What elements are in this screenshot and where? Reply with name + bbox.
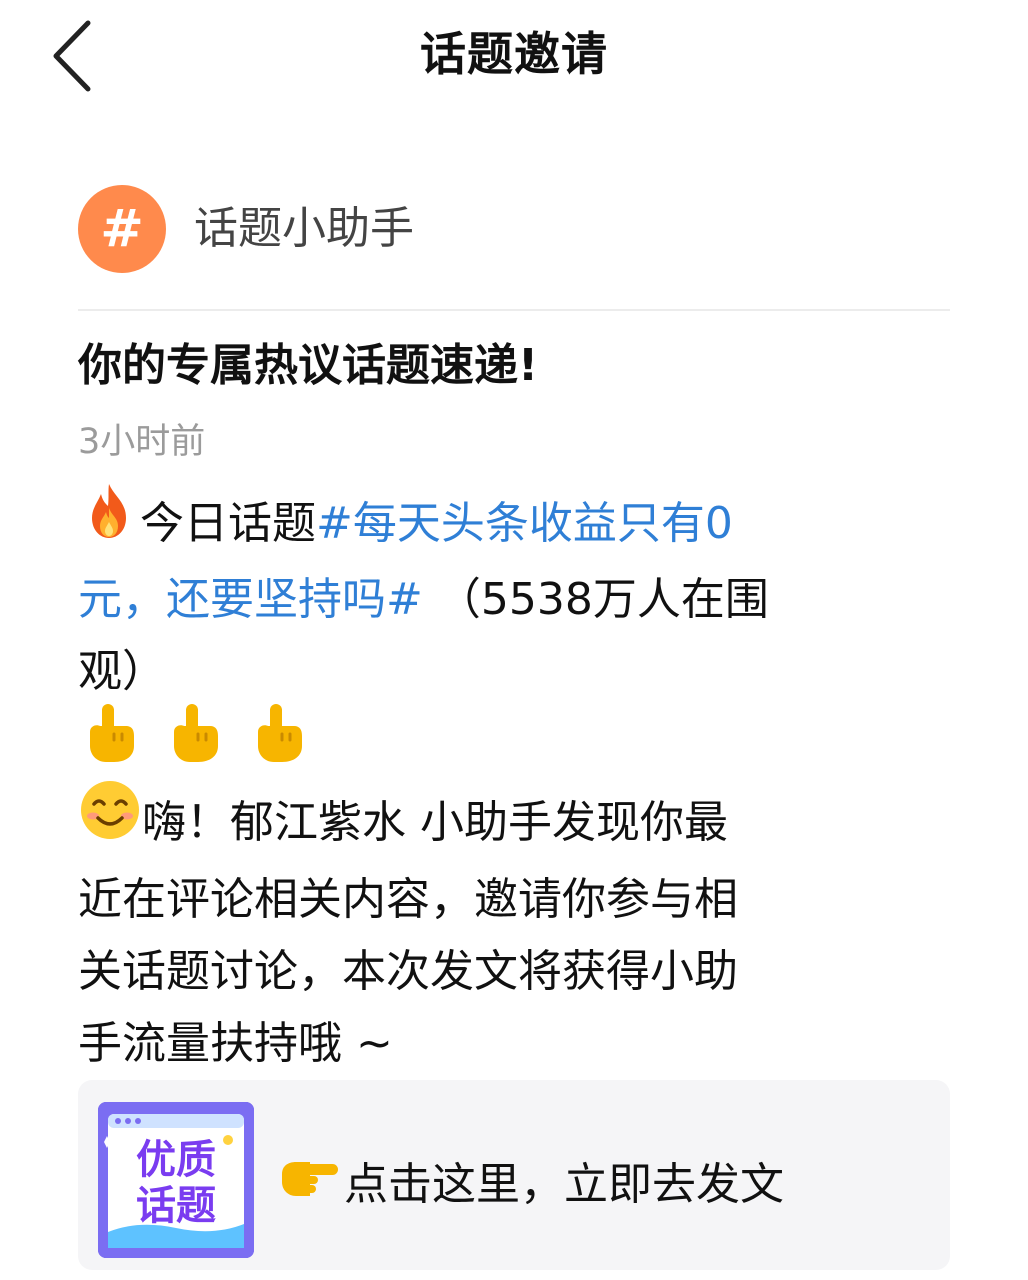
page-title: 话题邀请 <box>420 27 608 81</box>
body-line-greeting-3: 关话题讨论，本次发文将获得小助 <box>78 946 738 997</box>
body-line-3: 观） <box>78 646 166 697</box>
viewer-count-text: （5538万人在围 <box>422 574 769 625</box>
pointing-down-hand-icon <box>246 700 310 786</box>
body-line-greeting-4: 手流量扶持哦 ~ <box>78 1018 393 1069</box>
body-line-greeting-2: 近在评论相关内容，邀请你参与相 <box>78 874 738 925</box>
pointing-hands-row <box>78 704 948 786</box>
body-line-greeting-1: 嗨！郁江紫水 小助手发现你最 <box>78 781 948 864</box>
greeting-text: 嗨！郁江紫水 小助手发现你最 <box>142 797 728 848</box>
message-timestamp: 3小时前 <box>78 422 206 462</box>
topic-hashtag-link-continued[interactable]: 元，还要坚持吗# <box>78 574 423 625</box>
sender-row[interactable]: # 话题小助手 <box>78 184 414 274</box>
thumbnail-label-top: 优质 <box>136 1137 216 1183</box>
body-line-1: 今日话题#每天头条收益只有0 <box>78 484 948 564</box>
navigation-bar: 话题邀请 <box>0 0 1028 112</box>
topic-intro-text: 今日话题 <box>140 498 316 549</box>
sender-name: 话题小助手 <box>194 203 414 254</box>
quality-topic-thumbnail: 优质 话题 <box>98 1102 254 1258</box>
message-title: 你的专属热议话题速递! <box>78 340 539 391</box>
pointing-down-hand-icon <box>78 700 142 786</box>
publish-action-card[interactable]: 优质 话题 点击这里，立即去发文 <box>78 1080 950 1270</box>
topic-hashtag-link[interactable]: #每天头条收益只有0 <box>316 498 733 549</box>
fire-icon <box>78 480 140 564</box>
body-line-2: 元，还要坚持吗# （5538万人在围 <box>78 564 948 636</box>
publish-action-text: 点击这里，立即去发文 <box>344 1159 784 1210</box>
pointing-down-hand-icon <box>162 700 226 786</box>
thumbnail-label-bottom: 话题 <box>136 1183 216 1229</box>
avatar: # <box>78 185 166 273</box>
pointing-right-hand-icon <box>278 1152 340 1218</box>
divider <box>78 309 950 311</box>
publish-action[interactable]: 点击这里，立即去发文 <box>278 1152 784 1218</box>
smiling-face-icon <box>78 778 142 864</box>
message-body: 今日话题#每天头条收益只有0 元，还要坚持吗# （5538万人在围 观） 嗨！郁… <box>78 484 948 1080</box>
